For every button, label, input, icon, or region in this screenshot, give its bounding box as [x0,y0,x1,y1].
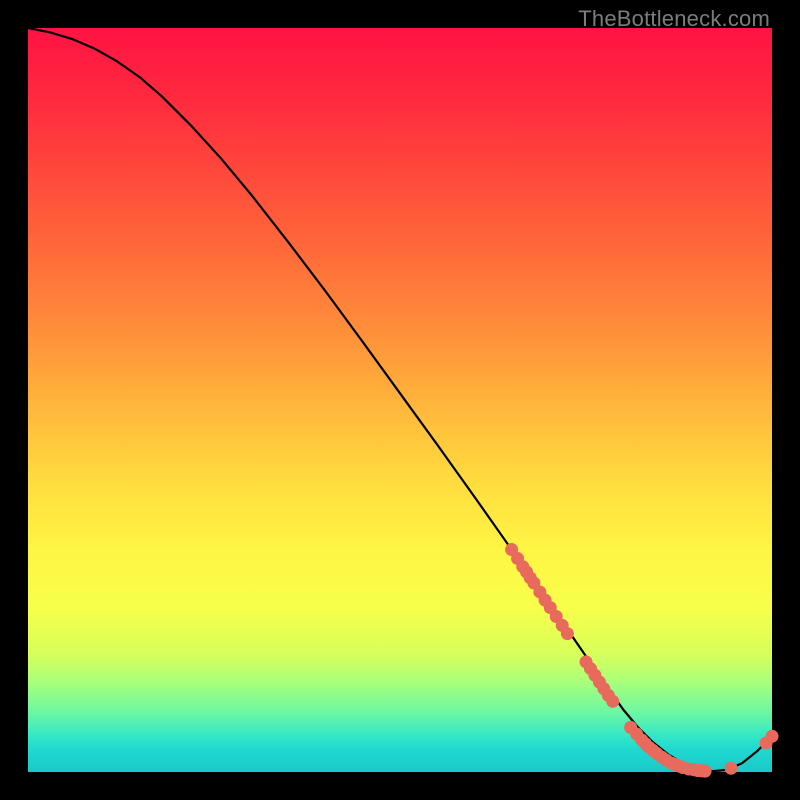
data-points [505,543,778,778]
data-point [766,730,779,743]
chart-svg [28,28,772,772]
chart-frame: TheBottleneck.com [0,0,800,800]
data-point [606,695,619,708]
data-point [725,762,738,775]
data-point [561,627,574,640]
bottleneck-curve [28,28,772,771]
plot-area [28,28,772,772]
data-point [699,765,712,778]
